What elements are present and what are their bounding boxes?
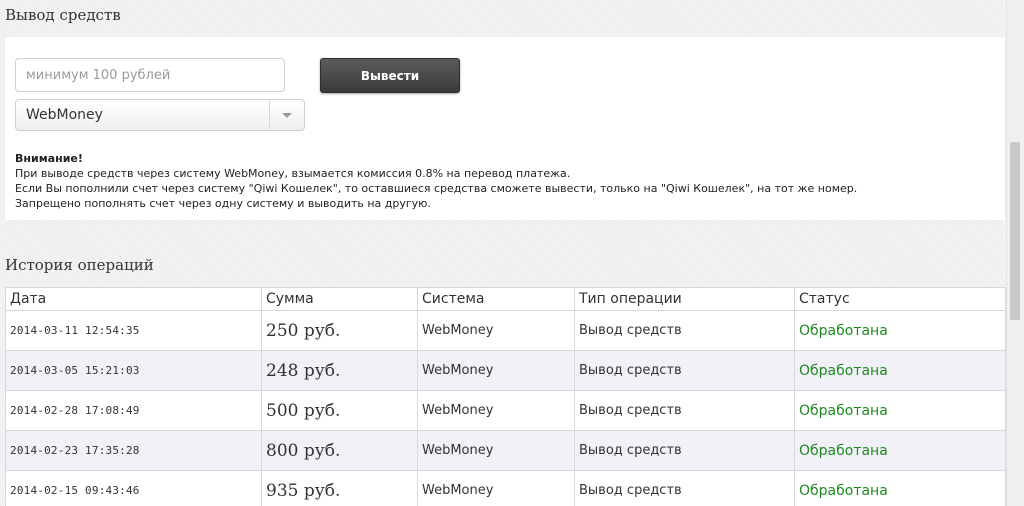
row-type: Вывод средств [574, 390, 795, 431]
row-amount: 250 руб. [261, 310, 418, 351]
row-type: Вывод средств [574, 430, 795, 471]
column-header-amount: Сумма [261, 287, 418, 311]
withdraw-title: Вывод средств [5, 6, 121, 24]
row-status: Обработана [794, 310, 1006, 351]
row-amount: 500 руб. [261, 390, 418, 431]
column-header-date: Дата [5, 287, 262, 311]
payment-system-select[interactable]: WebMoney [15, 99, 305, 131]
row-amount: 800 руб. [261, 430, 418, 471]
withdraw-panel: Вывести WebMoney Внимание! При выводе ср… [5, 37, 1005, 220]
withdraw-button[interactable]: Вывести [320, 58, 460, 93]
table-row: 2014-03-11 12:54:35 250 руб. WebMoney Вы… [5, 310, 1006, 351]
row-status: Обработана [794, 390, 1006, 431]
select-arrow-button[interactable] [269, 100, 304, 130]
history-title: История операций [5, 256, 154, 274]
notice-heading: Внимание! [15, 152, 83, 165]
scrollbar-thumb[interactable] [1010, 142, 1020, 320]
table-row: 2014-02-23 17:35:28 800 руб. WebMoney Вы… [5, 430, 1006, 471]
row-status: Обработана [794, 350, 1006, 391]
row-system: WebMoney [417, 310, 575, 351]
row-system: WebMoney [417, 390, 575, 431]
table-row: 2014-02-15 09:43:46 935 руб. WebMoney Вы… [5, 470, 1006, 506]
notice-line: Запрещено пополнять счет через одну сист… [15, 197, 431, 210]
notice-line: При выводе средств через систему WebMone… [15, 167, 571, 180]
chevron-down-icon [282, 113, 292, 118]
column-header-status: Статус [794, 287, 1006, 311]
amount-input[interactable] [15, 58, 285, 92]
row-system: WebMoney [417, 470, 575, 506]
row-status: Обработана [794, 430, 1006, 471]
notice: Внимание! При выводе средств через систе… [15, 151, 857, 211]
row-system: WebMoney [417, 350, 575, 391]
column-header-type: Тип операции [574, 287, 795, 311]
row-date: 2014-02-23 17:35:28 [5, 430, 262, 471]
history-table: Дата Сумма Система Тип операции Статус 2… [5, 287, 1006, 506]
row-type: Вывод средств [574, 470, 795, 506]
page: Вывод средств Вывести WebMoney Внимание!… [0, 0, 1024, 506]
row-type: Вывод средств [574, 310, 795, 351]
row-date: 2014-03-11 12:54:35 [5, 310, 262, 351]
table-row: 2014-02-28 17:08:49 500 руб. WebMoney Вы… [5, 390, 1006, 431]
notice-line: Если Вы пополнили счет через систему "Qi… [15, 182, 858, 195]
row-status: Обработана [794, 470, 1006, 506]
table-row: 2014-03-05 15:21:03 248 руб. WebMoney Вы… [5, 350, 1006, 391]
payment-system-selected: WebMoney [26, 107, 103, 123]
table-header-row: Дата Сумма Система Тип операции Статус [5, 287, 1006, 311]
row-date: 2014-02-15 09:43:46 [5, 470, 262, 506]
row-system: WebMoney [417, 430, 575, 471]
row-date: 2014-02-28 17:08:49 [5, 390, 262, 431]
row-date: 2014-03-05 15:21:03 [5, 350, 262, 391]
vertical-scrollbar[interactable] [1006, 0, 1024, 506]
row-amount: 248 руб. [261, 350, 418, 391]
row-type: Вывод средств [574, 350, 795, 391]
column-header-system: Система [417, 287, 575, 311]
row-amount: 935 руб. [261, 470, 418, 506]
